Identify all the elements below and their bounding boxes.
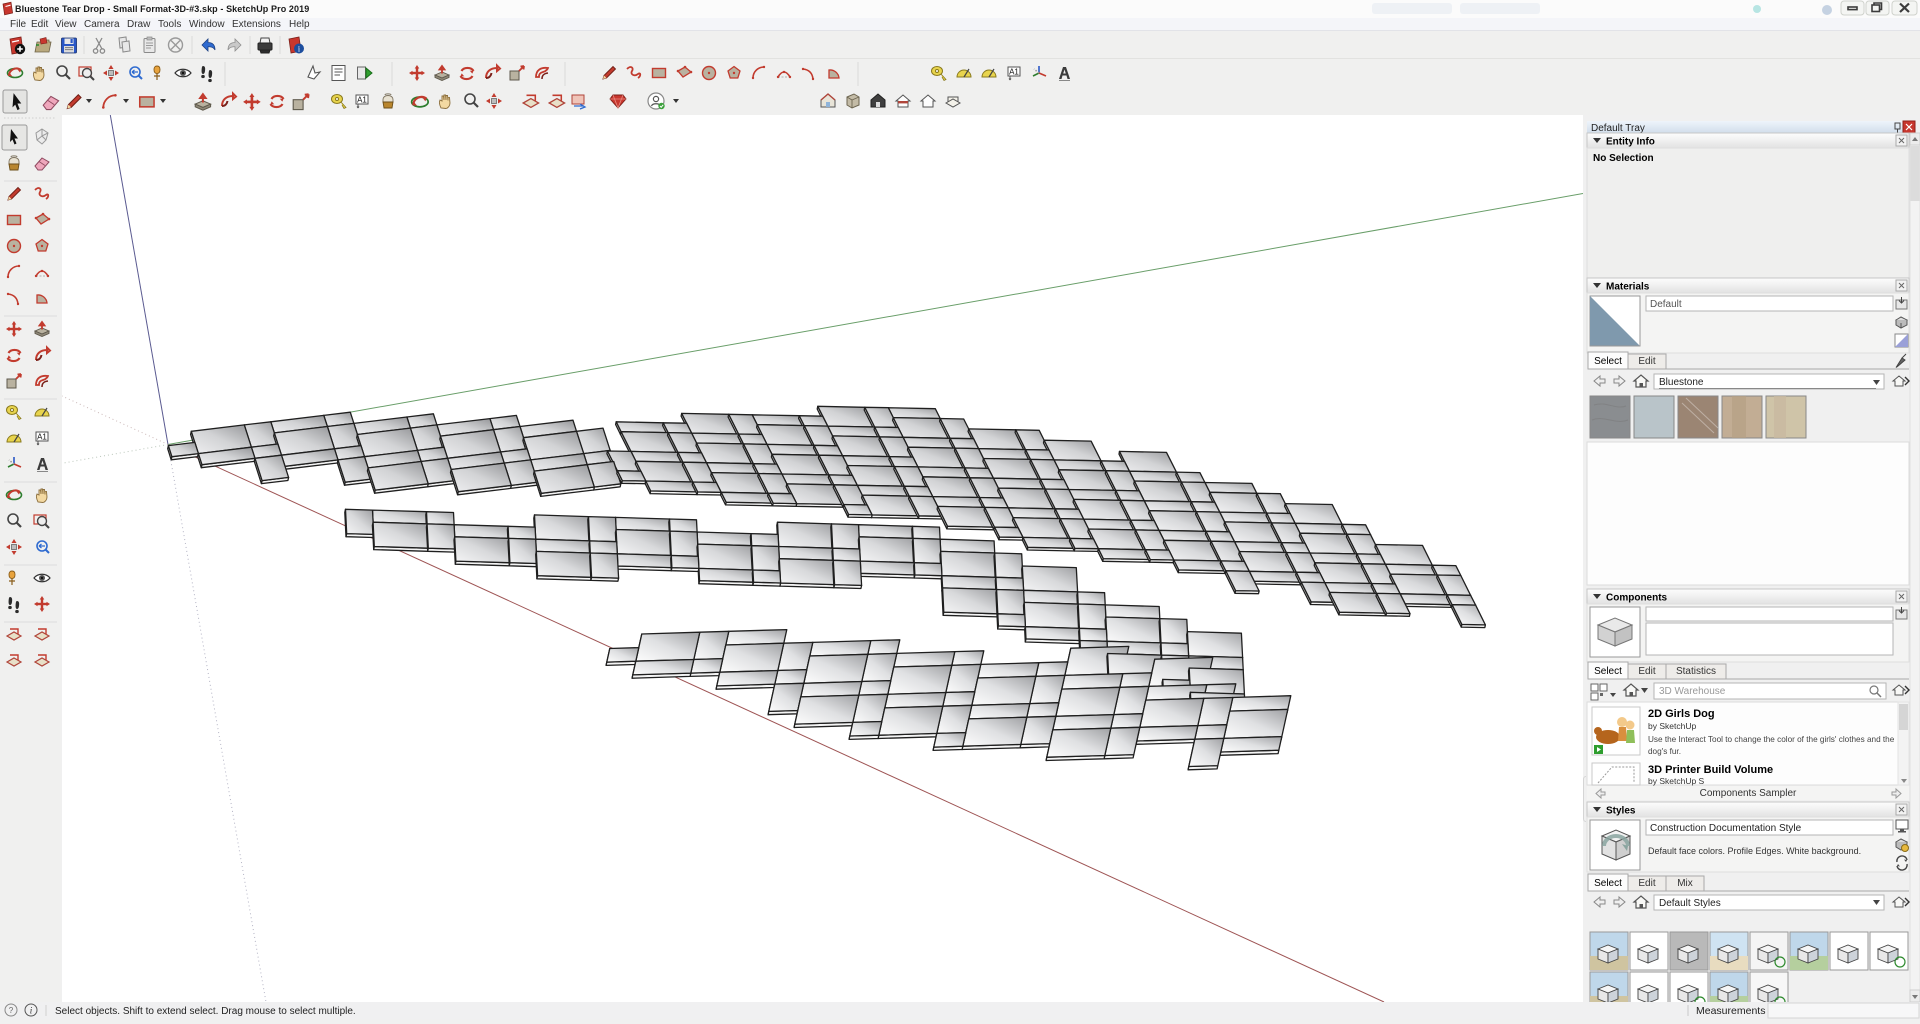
svg-text:Materials: Materials — [1606, 282, 1650, 293]
svg-text:Edit: Edit — [1638, 356, 1655, 367]
svg-text:by SketchUp S: by SketchUp S — [1648, 776, 1705, 786]
svg-text:Edit: Edit — [1638, 878, 1655, 889]
svg-text:3D Warehouse: 3D Warehouse — [1659, 686, 1726, 697]
svg-text:Components: Components — [1606, 593, 1668, 604]
svg-text:A1: A1 — [357, 96, 367, 105]
svg-text:Select: Select — [1594, 356, 1622, 367]
svg-text:dog's fur.: dog's fur. — [1648, 747, 1681, 756]
svg-text:No Selection: No Selection — [1593, 153, 1654, 164]
svg-text:Edit: Edit — [1638, 666, 1655, 677]
svg-text:Select: Select — [1594, 878, 1622, 889]
svg-text:Mix: Mix — [1677, 878, 1693, 889]
svg-text:Select objects. Shift to exten: Select objects. Shift to extend select. … — [55, 1006, 356, 1017]
svg-text:Components Sampler: Components Sampler — [1700, 788, 1797, 799]
svg-text:Default Tray: Default Tray — [1591, 123, 1645, 134]
svg-text:Default Styles: Default Styles — [1659, 898, 1721, 909]
svg-text:Statistics: Statistics — [1676, 666, 1716, 677]
svg-text:Styles: Styles — [1606, 806, 1636, 817]
svg-text:Select: Select — [1594, 666, 1622, 677]
svg-text:?: ? — [9, 1006, 14, 1015]
svg-text:Construction Documentation Sty: Construction Documentation Style — [1650, 823, 1802, 834]
svg-text:Default: Default — [1650, 299, 1682, 310]
svg-text:Use the Interact Tool to chang: Use the Interact Tool to change the colo… — [1648, 735, 1895, 744]
svg-text:3D Printer Build Volume: 3D Printer Build Volume — [1648, 764, 1773, 776]
svg-text:A1: A1 — [1009, 68, 1019, 77]
svg-text:2D Girls Dog: 2D Girls Dog — [1648, 708, 1715, 720]
svg-text:by SketchUp: by SketchUp — [1648, 721, 1696, 731]
svg-text:Measurements: Measurements — [1696, 1005, 1765, 1017]
svg-text:A1: A1 — [37, 433, 47, 442]
svg-text:Entity Info: Entity Info — [1606, 137, 1655, 148]
svg-text:Bluestone: Bluestone — [1659, 377, 1704, 388]
svg-text:Default face colors. Profile E: Default face colors. Profile Edges. Whit… — [1648, 846, 1861, 856]
